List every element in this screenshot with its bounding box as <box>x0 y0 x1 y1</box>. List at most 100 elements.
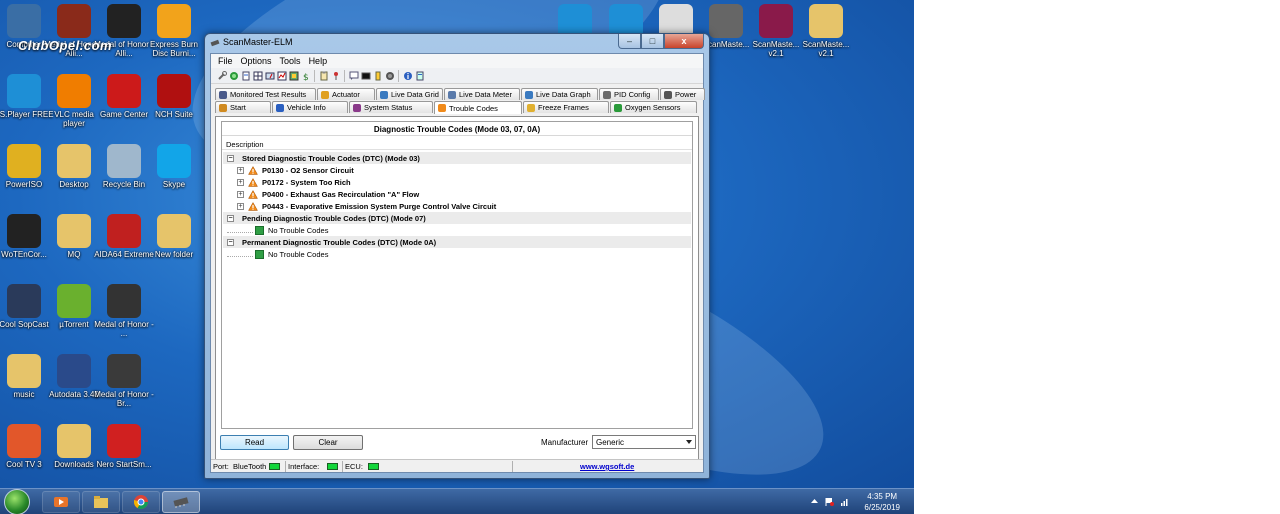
tray-flag-icon[interactable] <box>825 497 834 506</box>
app-shortcut-icon <box>7 214 41 248</box>
menu-tools[interactable]: Tools <box>276 54 305 68</box>
freeze-frame-icon[interactable] <box>289 71 299 81</box>
tab-row-bottom: Start Vehicle Info System Status Trouble Co… <box>211 101 703 114</box>
tab-label: Trouble Codes <box>449 103 498 113</box>
collapse-icon[interactable]: − <box>227 214 234 222</box>
expand-icon[interactable]: + <box>237 178 244 186</box>
collapse-icon[interactable]: − <box>227 238 234 246</box>
interface-status-led <box>327 463 338 470</box>
tab-icon <box>380 90 388 99</box>
dtc-item-row[interactable]: + P0130 - O2 Sensor Circuit <box>223 164 691 176</box>
app-shortcut-icon <box>107 214 141 248</box>
meter-icon[interactable] <box>265 71 275 81</box>
desktop-icon[interactable]: Medal of Honor - ... <box>94 284 154 338</box>
start-button[interactable] <box>4 489 30 514</box>
website-link[interactable]: www.wgsoft.de <box>580 462 634 471</box>
grid-icon[interactable] <box>253 71 263 81</box>
app-shortcut-icon <box>157 144 191 178</box>
dtc-group-row[interactable]: − Pending Diagnostic Trouble Codes (DTC) … <box>223 212 691 224</box>
desktop-icon[interactable]: Nero StartSm... <box>94 424 154 469</box>
menu-help[interactable]: Help <box>305 54 332 68</box>
desktop-icon-label: Express Burn Disc Burni... <box>149 40 199 58</box>
tab-icon <box>603 90 611 99</box>
menu-file[interactable]: File <box>214 54 237 68</box>
tab-freeze-frames[interactable]: Freeze Frames <box>523 101 609 113</box>
tree-connector <box>227 227 253 233</box>
warning-icon <box>248 165 258 175</box>
dtc-group-row[interactable]: − Permanent Diagnostic Trouble Codes (DTC… <box>223 236 691 248</box>
taskbar-scanmaster-button[interactable] <box>162 491 200 513</box>
tab-actuator[interactable]: Actuator <box>317 88 375 100</box>
app-shortcut-icon <box>107 284 141 318</box>
dtc-item-row[interactable]: No Trouble Codes <box>223 248 691 260</box>
tab-icon <box>219 103 227 112</box>
dtc-item-row[interactable]: No Trouble Codes <box>223 224 691 236</box>
tab-monitored-test-results[interactable]: Monitored Test Results <box>215 88 316 100</box>
tab-live-data-meter[interactable]: Live Data Meter <box>444 88 520 100</box>
desktop-icon[interactable]: ScanMaste... v2.1 <box>796 4 856 58</box>
globe-icon[interactable] <box>385 71 395 81</box>
desktop-icon[interactable]: New folder <box>144 214 204 259</box>
wrench-icon[interactable] <box>217 71 227 81</box>
connect-icon[interactable] <box>229 71 239 81</box>
tab-trouble-codes[interactable]: Trouble Codes <box>434 101 522 114</box>
tray-arrow-icon[interactable] <box>810 497 819 506</box>
clear-button[interactable]: Clear <box>293 435 363 450</box>
terminal-icon[interactable] <box>361 71 371 81</box>
tray-signal-icon[interactable] <box>840 497 849 506</box>
tab-vehicle-info[interactable]: Vehicle Info <box>272 101 348 113</box>
tab-start[interactable]: Start <box>215 101 271 113</box>
column-header-description[interactable]: Description <box>222 138 692 150</box>
tab-system-status[interactable]: System Status <box>349 101 433 113</box>
app-shortcut-icon <box>157 74 191 108</box>
tab-pid-config[interactable]: PID Config <box>599 88 659 100</box>
desktop-icon[interactable]: NCH Suite <box>144 74 204 119</box>
expand-icon[interactable]: + <box>237 202 244 210</box>
collapse-icon[interactable]: − <box>227 154 234 162</box>
taskbar-clock[interactable]: 4:35 PM 6/25/2019 <box>864 491 900 513</box>
dtc-item-row[interactable]: + P0443 - Evaporative Emission System Pur… <box>223 200 691 212</box>
interface-label: Interface: <box>288 462 320 471</box>
menu-options[interactable]: Options <box>237 54 276 68</box>
dtc-item-row[interactable]: + P0172 - System Too Rich <box>223 176 691 188</box>
manufacturer-select[interactable]: Generic <box>592 435 696 449</box>
tab-live-data-graph[interactable]: Live Data Graph <box>521 88 598 100</box>
expand-icon[interactable]: + <box>237 190 244 198</box>
port-status-led <box>269 463 280 470</box>
chat-icon[interactable] <box>349 71 359 81</box>
desktop-icon[interactable]: Express Burn Disc Burni... <box>144 4 204 58</box>
desktop-icon[interactable]: Medal of Honor - Br... <box>94 354 154 408</box>
taskbar-chrome-button[interactable] <box>122 491 160 513</box>
dtc-item-row[interactable]: + P0400 - Exhaust Gas Recirculation "A" F… <box>223 188 691 200</box>
desktop-icon[interactable]: Skype <box>144 144 204 189</box>
dtc-group-row[interactable]: − Stored Diagnostic Trouble Codes (DTC) (… <box>223 152 691 164</box>
tab-live-data-grid[interactable]: Live Data Grid <box>376 88 443 100</box>
battery-icon[interactable] <box>373 71 383 81</box>
ecu-label: ECU: <box>345 462 363 471</box>
pin-icon[interactable] <box>331 71 341 81</box>
minimize-button[interactable]: – <box>618 34 641 49</box>
tab-power[interactable]: Power <box>660 88 705 100</box>
tab-label: Monitored Test Results <box>230 90 307 99</box>
title-bar[interactable]: ScanMaster-ELM – □ x <box>205 34 709 52</box>
app-shortcut-icon <box>57 74 91 108</box>
close-button[interactable]: x <box>664 34 704 49</box>
taskbar-explorer-button[interactable] <box>82 491 120 513</box>
read-button[interactable]: Read <box>220 435 289 450</box>
window-client-area: File Options Tools Help $ Monitored Test… <box>210 53 705 473</box>
tab-icon <box>664 90 672 99</box>
tab-oxygen-sensors[interactable]: Oxygen Sensors <box>610 101 697 113</box>
taskbar-media-player-button[interactable] <box>42 491 80 513</box>
clipboard-icon[interactable] <box>319 71 329 81</box>
toolbar-separator <box>344 70 345 82</box>
about-icon[interactable] <box>415 71 425 81</box>
graph-icon[interactable] <box>277 71 287 81</box>
info-icon[interactable] <box>403 71 413 81</box>
tab-icon <box>438 104 446 112</box>
dollar-icon[interactable]: $ <box>301 71 311 81</box>
expand-icon[interactable]: + <box>237 166 244 174</box>
document-icon[interactable] <box>241 71 251 81</box>
maximize-button[interactable]: □ <box>641 34 664 49</box>
taskbar: 4:35 PM 6/25/2019 <box>0 488 914 514</box>
dtc-code-text: P0400 - Exhaust Gas Recirculation "A" Fl… <box>262 189 420 199</box>
